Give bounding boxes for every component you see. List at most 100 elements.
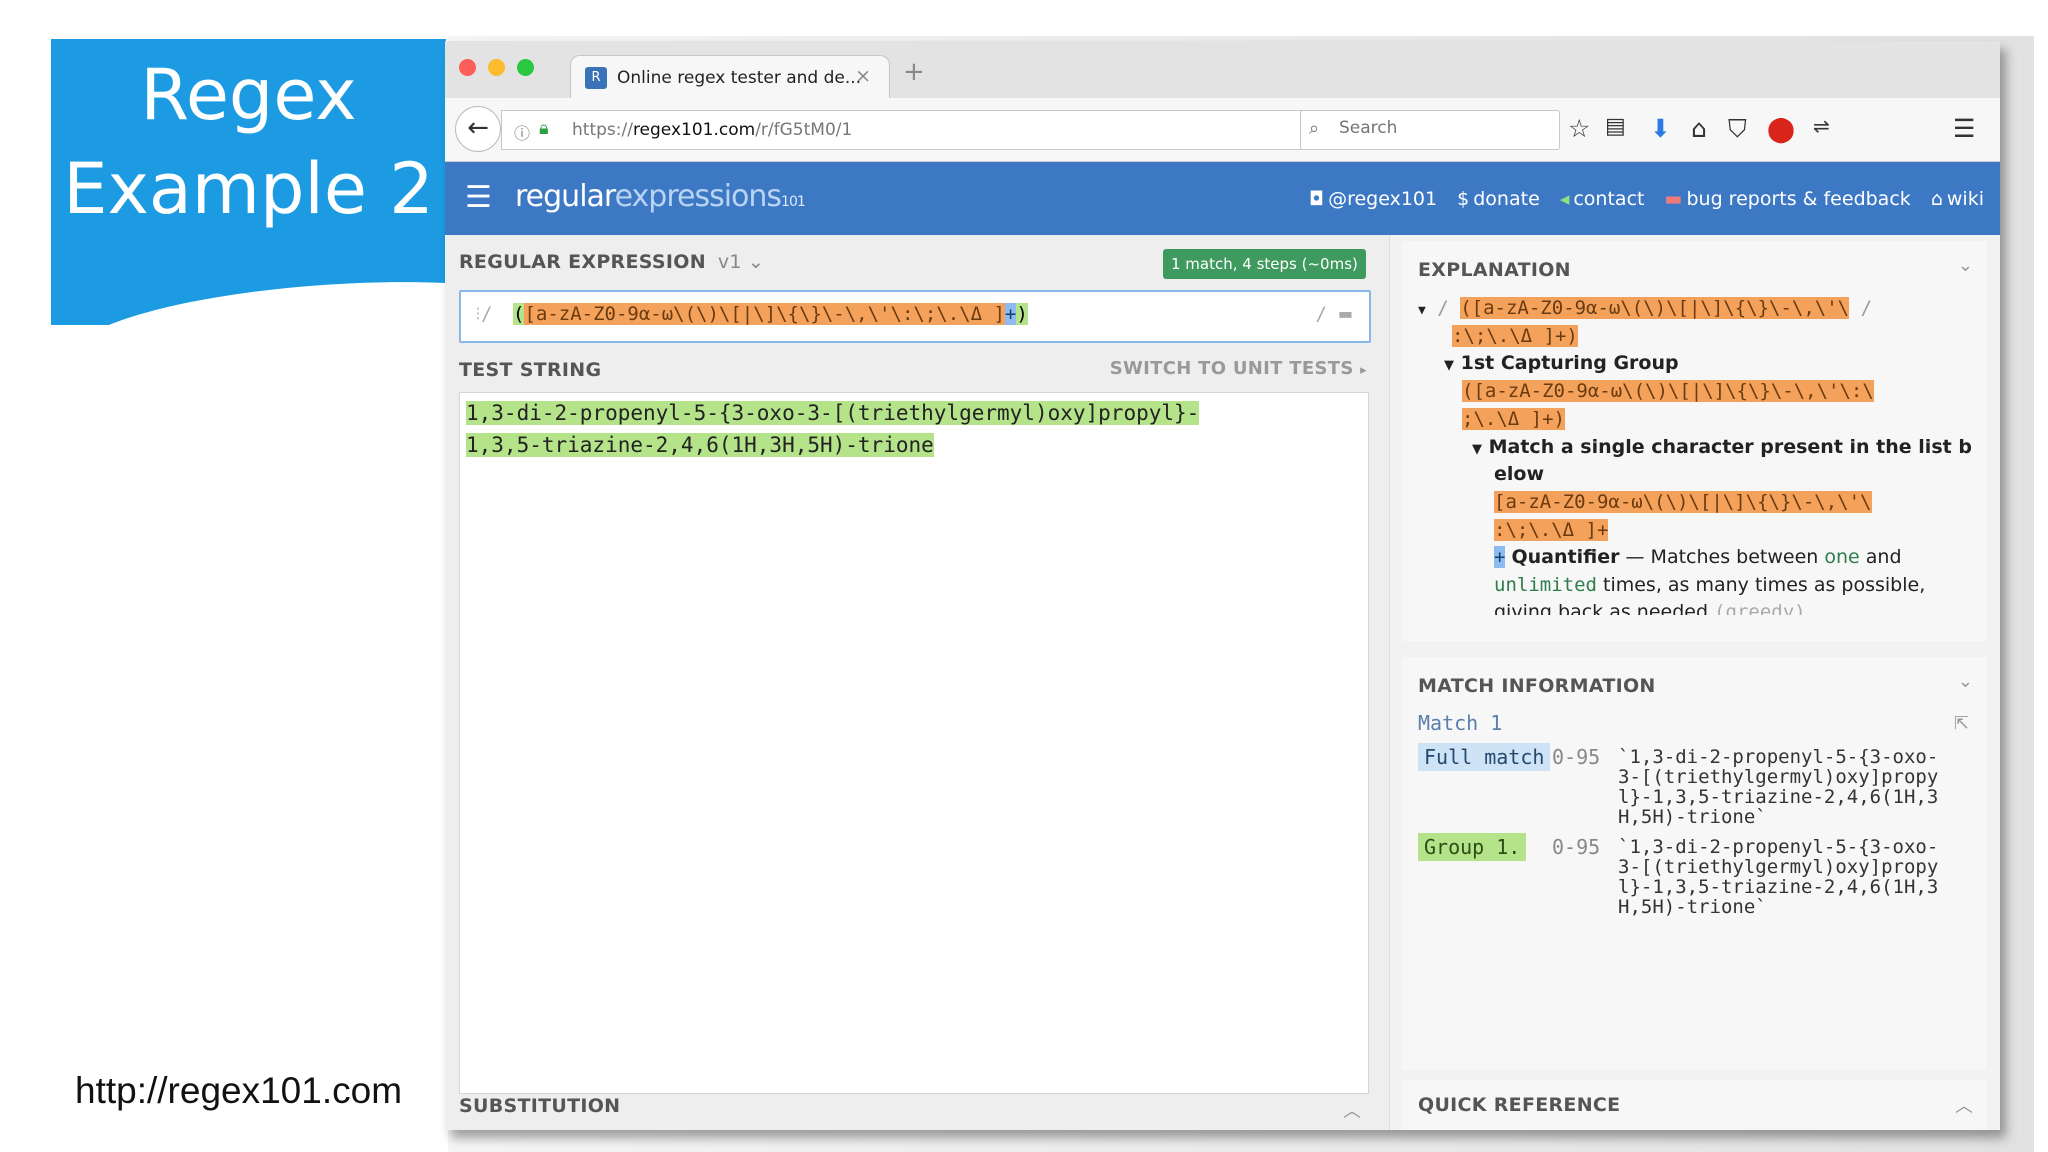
char-class-node: ▼ Match a single character present in th… (1472, 436, 1972, 458)
regex-group-open: ( (513, 303, 525, 325)
chevron-down-icon[interactable]: ⌄ (1958, 671, 1973, 692)
wiki-link[interactable]: wiki (1947, 188, 1984, 210)
contact-link[interactable]: contact (1573, 188, 1644, 210)
sidebar-pane: EXPLANATION ⌄ ▼ / ([a-zA-Z0-9α-ω\(\)\[|\… (1389, 235, 2000, 1130)
capturing-group-regex-b: ;\.\Δ ]+) (1462, 408, 1565, 430)
test-string-input[interactable]: 1,3-di-2-propenyl-5-{3-oxo-3-[(triethylg… (459, 392, 1369, 1094)
search-icon: ⌕ (1309, 118, 1320, 139)
browser-tab[interactable]: R Online regex tester and de... × (570, 55, 890, 100)
full-match-label: Full match (1418, 743, 1551, 771)
bug-icon: ▬ (1664, 188, 1683, 210)
quantifier-last: giving back as needed (1494, 601, 1709, 615)
home-icon[interactable]: ⌂ (1691, 114, 1707, 143)
char-class-title-1: Match a single character present in the … (1488, 436, 1972, 458)
slide-title-line2: Example 2 (63, 148, 434, 230)
send-icon: ◂ (1559, 188, 1570, 210)
regex-delimiter-open: ⁝/ (475, 303, 493, 325)
search-bar[interactable]: ⌕ (1300, 110, 1560, 150)
explanation-root-cont: :\;\.\Δ ]+) (1452, 325, 1578, 347)
chevron-up-icon[interactable]: ︿ (1343, 1097, 1361, 1123)
char-class-regex-a: [a-zA-Z0-9α-ω\(\)\[|\]\{\}\-\,\'\ (1494, 491, 1872, 513)
bug-reports-link[interactable]: bug reports & feedback (1686, 188, 1910, 210)
menu-icon[interactable]: ☰ (1953, 114, 1975, 143)
explanation-root: ▼ / ([a-zA-Z0-9α-ω\(\)\[|\]\{\}\-\,\'\ / (1418, 297, 1873, 319)
slide-title-line1: Regex (140, 54, 357, 136)
regex-label: REGULAR EXPRESSION v1 ⌄ (459, 251, 764, 273)
dollar-icon: $ (1457, 188, 1470, 210)
twitter-icon: ◘ (1309, 188, 1325, 210)
chevron-up-icon[interactable]: ︿ (1955, 1092, 1973, 1118)
quantifier-title: Quantifier (1511, 546, 1620, 568)
pocket-icon[interactable]: ⛉ (1728, 114, 1747, 144)
regex-label-text: REGULAR EXPRESSION (459, 251, 706, 273)
back-arrow-icon[interactable]: ← (455, 106, 501, 152)
group-1-value: `1,3-di-2-propenyl-5-{3-oxo- 3-[(triethy… (1618, 836, 1939, 918)
url-host: regex101.com (632, 120, 756, 140)
regex-group-close: ) (1016, 303, 1028, 325)
version-select[interactable]: v1 (718, 251, 742, 273)
regex-delimiter-close: / (1315, 303, 1327, 325)
close-window-button[interactable] (459, 59, 476, 76)
quick-reference-panel[interactable]: QUICK REFERENCE ︿ (1402, 1080, 1987, 1130)
tree-toggle-icon[interactable]: ▼ (1418, 303, 1426, 318)
nav-bar: ← ⓘ 🔒︎ https://regex101.com/r/fG5tM0/1 ↻… (445, 98, 2000, 162)
url-text[interactable]: https://regex101.com/r/fG5tM0/1 (572, 120, 852, 140)
wiki-icon: ⌂ (1930, 188, 1943, 210)
extension-icon[interactable]: ⇌ (1813, 114, 1830, 138)
caret-right-icon: ▸ (1360, 363, 1367, 378)
maximize-window-button[interactable] (517, 59, 534, 76)
quantifier-text: — Matches between (1619, 546, 1825, 568)
hamburger-icon[interactable]: ☰ (465, 180, 492, 215)
chevron-down-icon[interactable]: ⌄ (748, 251, 764, 273)
quick-reference-label: QUICK REFERENCE (1418, 1094, 1621, 1116)
slide-title: Regex Example 2 (51, 48, 446, 236)
address-bar[interactable]: ⓘ 🔒︎ https://regex101.com/r/fG5tM0/1 ↻ (501, 110, 1323, 150)
tab-close-icon[interactable]: × (855, 65, 871, 87)
switch-unit-tests-label: SWITCH TO UNIT TESTS (1109, 358, 1354, 379)
twitter-link[interactable]: @regex101 (1328, 188, 1437, 210)
adblock-icon[interactable]: ⬤ (1767, 114, 1795, 143)
favicon-icon: R (585, 67, 607, 89)
share-icon[interactable]: ⇱ (1954, 713, 1969, 734)
minimize-window-button[interactable] (488, 59, 505, 76)
clipboard-icon[interactable]: ▤ (1605, 114, 1626, 139)
star-icon[interactable]: ☆ (1568, 114, 1590, 143)
site-logo[interactable]: regularexpressions101 (515, 179, 806, 214)
donate-link[interactable]: donate (1473, 188, 1540, 210)
char-class-title-2: elow (1494, 463, 1545, 485)
capturing-group-node: ▼ 1st Capturing Group (1444, 352, 1679, 374)
tree-toggle-icon[interactable]: ▼ (1472, 442, 1482, 457)
group-1-label: Group 1. (1418, 833, 1527, 861)
info-icon[interactable]: ⓘ (514, 120, 530, 144)
lock-icon: 🔒︎ (539, 118, 549, 139)
group-1-range: 0-95 (1552, 835, 1601, 859)
tab-title: Online regex tester and de... (617, 68, 862, 88)
switch-unit-tests-button[interactable]: SWITCH TO UNIT TESTS ▸ (1110, 358, 1367, 379)
explanation-panel: EXPLANATION ⌄ ▼ / ([a-zA-Z0-9α-ω\(\)\[|\… (1402, 241, 1987, 641)
test-string-line1: 1,3-di-2-propenyl-5-{3-oxo-3-[(triethylg… (466, 401, 1200, 425)
tab-bar: R Online regex tester and de... × + (445, 41, 2000, 100)
new-tab-button[interactable]: + (903, 57, 925, 87)
quantifier-line3: giving back as needed (greedy) (1494, 601, 1806, 615)
download-icon[interactable]: ⬇ (1650, 114, 1671, 143)
explanation-regex-b: :\;\.\Δ ]+) (1452, 325, 1578, 347)
search-input[interactable] (1337, 117, 1551, 139)
capturing-group-regex-a: ([a-zA-Z0-9α-ω\(\)\[|\]\{\}\-\,\'\:\ (1462, 380, 1874, 402)
regex-input[interactable]: ⁝/ ([a-zA-Z0-9α-ω\(\)\[|\]\{\}\-\,\'\:\;… (459, 290, 1371, 343)
capturing-group-regex-cont: ;\.\Δ ]+) (1462, 408, 1565, 430)
match-information-panel: MATCH INFORMATION ⌄ Match 1 ⇱ Full match… (1402, 657, 1987, 1070)
regex-char-class: [a-zA-Z0-9α-ω\(\)\[|\]\{\}\-\,\'\:\;\.\Δ… (524, 303, 1005, 325)
full-match-range: 0-95 (1552, 745, 1601, 769)
full-match-value: `1,3-di-2-propenyl-5-{3-oxo- 3-[(triethy… (1618, 746, 1939, 828)
explanation-regex-a: ([a-zA-Z0-9α-ω\(\)\[|\]\{\}\-\,\'\ (1460, 297, 1850, 319)
quantifier-unlimited: unlimited (1494, 574, 1597, 596)
flag-icon[interactable]: ▬ (1338, 304, 1353, 323)
substitution-label[interactable]: SUBSTITUTION (459, 1095, 620, 1117)
match-information-label: MATCH INFORMATION (1418, 675, 1656, 697)
source-link[interactable]: http://regex101.com (75, 1070, 402, 1112)
quantifier-line3-clip: giving back as needed (greedy) (1494, 601, 1806, 615)
quantifier-one: one (1824, 546, 1860, 568)
tree-toggle-icon[interactable]: ▼ (1444, 358, 1454, 373)
regex-text[interactable]: ([a-zA-Z0-9α-ω\(\)\[|\]\{\}\-\,\'\:\;\.\… (513, 303, 1028, 325)
chevron-down-icon[interactable]: ⌄ (1958, 255, 1973, 276)
